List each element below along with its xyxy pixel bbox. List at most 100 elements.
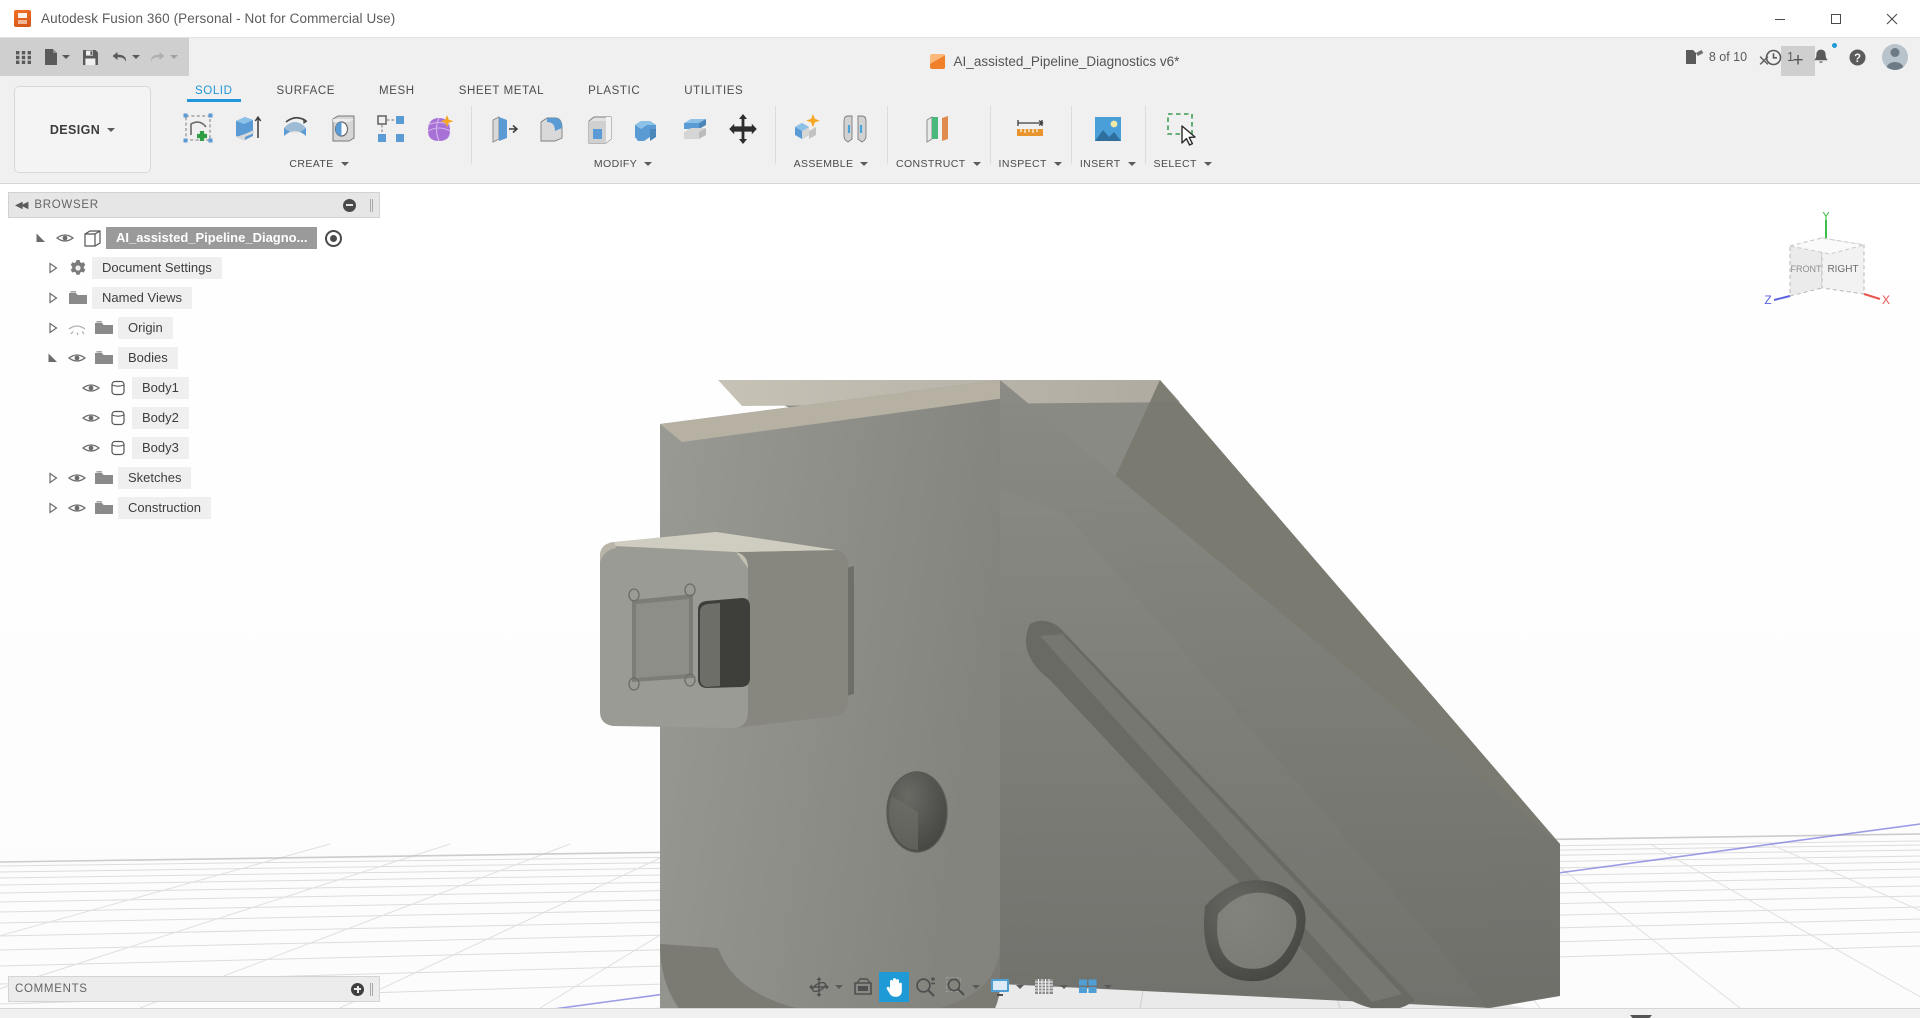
notifications-button[interactable] — [1805, 44, 1837, 70]
timeline-feature-22[interactable] — [953, 1015, 989, 1018]
twisty-expanded-icon[interactable] — [42, 352, 64, 364]
plus-circle-icon[interactable] — [351, 983, 364, 996]
insert-image-button[interactable] — [1085, 102, 1131, 154]
timeline-feature-11[interactable] — [557, 1015, 593, 1018]
timeline-feature-33[interactable] — [1349, 1015, 1385, 1018]
collapse-left-icon[interactable]: ◀◀ — [15, 200, 26, 211]
revolve-button[interactable] — [272, 102, 318, 154]
chevron-down-icon[interactable] — [835, 985, 843, 989]
user-avatar-icon[interactable] — [1882, 44, 1908, 70]
timeline-feature-39[interactable] — [1565, 1015, 1601, 1018]
activate-component-radio[interactable] — [325, 230, 342, 247]
tab-sheet-metal[interactable]: SHEET METAL — [437, 85, 566, 102]
enclosure-box[interactable] — [600, 532, 854, 728]
save-button[interactable] — [75, 42, 105, 72]
timeline-feature-3[interactable] — [269, 1015, 305, 1018]
help-button[interactable]: ? — [1841, 44, 1874, 71]
joint-button[interactable] — [832, 102, 878, 154]
twisty-collapsed-icon[interactable] — [42, 262, 64, 274]
timeline-feature-28[interactable] — [1169, 1015, 1205, 1018]
chevron-down-icon[interactable] — [1104, 985, 1112, 989]
timeline-playhead[interactable] — [1639, 1015, 1642, 1018]
new-component-button[interactable] — [784, 102, 830, 154]
chevron-down-icon[interactable] — [1054, 162, 1062, 166]
timeline-feature-9[interactable] — [485, 1015, 521, 1018]
timeline-feature-31[interactable] — [1277, 1015, 1313, 1018]
tab-surface[interactable]: SURFACE — [255, 85, 358, 102]
timeline-feature-36[interactable] — [1457, 1015, 1493, 1018]
timeline-feature-38[interactable] — [1529, 1015, 1565, 1018]
timeline-feature-24[interactable] — [1025, 1015, 1061, 1018]
look-at-button[interactable] — [848, 972, 878, 1002]
timeline-feature-34[interactable] — [1385, 1015, 1421, 1018]
timeline-feature-6[interactable] — [377, 1015, 413, 1018]
tree-node-document-settings[interactable]: Document Settings — [8, 253, 380, 283]
history-status[interactable]: 1 — [1758, 45, 1801, 70]
timeline-feature-35[interactable] — [1421, 1015, 1457, 1018]
app-grid-button[interactable] — [8, 42, 38, 72]
close-button[interactable] — [1864, 0, 1920, 37]
measure-button[interactable] — [1007, 102, 1053, 154]
tab-solid[interactable]: SOLID — [173, 85, 255, 102]
timeline-feature-8[interactable] — [449, 1015, 485, 1018]
timeline-feature-12[interactable] — [593, 1015, 629, 1018]
visibility-eye-hidden-icon[interactable] — [64, 322, 90, 335]
extrude-button[interactable] — [224, 102, 270, 154]
twisty-collapsed-icon[interactable] — [42, 472, 64, 484]
shell-button[interactable] — [576, 102, 622, 154]
chevron-down-icon[interactable] — [1204, 162, 1212, 166]
timeline-feature-30[interactable] — [1241, 1015, 1277, 1018]
timeline-feature-37[interactable] — [1493, 1015, 1529, 1018]
timeline-feature-7[interactable] — [413, 1015, 449, 1018]
chevron-down-icon[interactable] — [1016, 985, 1024, 989]
pan-button[interactable] — [879, 972, 909, 1002]
grid-snaps-button[interactable] — [1029, 972, 1072, 1002]
timeline-track[interactable] — [197, 1009, 1882, 1018]
visibility-eye-icon[interactable] — [64, 352, 90, 364]
chevron-down-icon[interactable] — [860, 162, 868, 166]
timeline-feature-18[interactable] — [809, 1015, 845, 1018]
fit-button[interactable] — [941, 972, 984, 1002]
tree-node-sketches[interactable]: Sketches — [8, 463, 380, 493]
new-document-button[interactable] — [40, 42, 73, 72]
maximize-button[interactable] — [1808, 0, 1864, 37]
twisty-expanded-icon[interactable] — [30, 232, 52, 244]
fillet-button[interactable] — [528, 102, 574, 154]
twisty-collapsed-icon[interactable] — [42, 322, 64, 334]
form-button[interactable] — [416, 102, 462, 154]
timeline-feature-4[interactable] — [305, 1015, 341, 1018]
viewports-button[interactable] — [1073, 972, 1116, 1002]
tree-node-construction[interactable]: Construction — [8, 493, 380, 523]
hole-button[interactable] — [320, 102, 366, 154]
view-cube[interactable]: FRONT RIGHT Y X Z — [1762, 212, 1892, 322]
orbit-button[interactable] — [804, 972, 847, 1002]
offset-face-button[interactable] — [672, 102, 718, 154]
workspace-switcher[interactable]: DESIGN — [14, 86, 151, 173]
timeline-feature-15[interactable] — [701, 1015, 737, 1018]
chevron-down-icon[interactable] — [644, 162, 652, 166]
timeline-feature-5[interactable] — [341, 1015, 377, 1018]
timeline-feature-21[interactable] — [917, 1015, 953, 1018]
tree-node-body3[interactable]: Body3 — [8, 433, 380, 463]
timeline-feature-19[interactable] — [845, 1015, 881, 1018]
tree-node-body2[interactable]: Body2 — [8, 403, 380, 433]
chevron-down-icon[interactable] — [1128, 162, 1136, 166]
comments-resize-grip[interactable] — [370, 983, 373, 996]
timeline-feature-20[interactable] — [881, 1015, 917, 1018]
chevron-down-icon[interactable] — [973, 162, 981, 166]
timeline-feature-32[interactable] — [1313, 1015, 1349, 1018]
visibility-eye-icon[interactable] — [78, 442, 104, 454]
undo-button[interactable] — [107, 42, 143, 72]
timeline-feature-25[interactable] — [1061, 1015, 1097, 1018]
document-tab[interactable]: AI_assisted_Pipeline_Diagnostics v6* — [914, 46, 1196, 76]
twisty-collapsed-icon[interactable] — [42, 502, 64, 514]
timeline-feature-14[interactable] — [665, 1015, 701, 1018]
timeline-feature-1[interactable] — [197, 1015, 233, 1018]
chevron-down-icon[interactable] — [341, 162, 349, 166]
visibility-eye-icon[interactable] — [78, 382, 104, 394]
minus-circle-icon[interactable] — [343, 199, 356, 212]
visibility-eye-icon[interactable] — [52, 232, 78, 244]
timeline-feature-26[interactable] — [1097, 1015, 1133, 1018]
tree-node-root[interactable]: AI_assisted_Pipeline_Diagno... — [8, 223, 380, 253]
offset-plane-button[interactable] — [915, 102, 961, 154]
